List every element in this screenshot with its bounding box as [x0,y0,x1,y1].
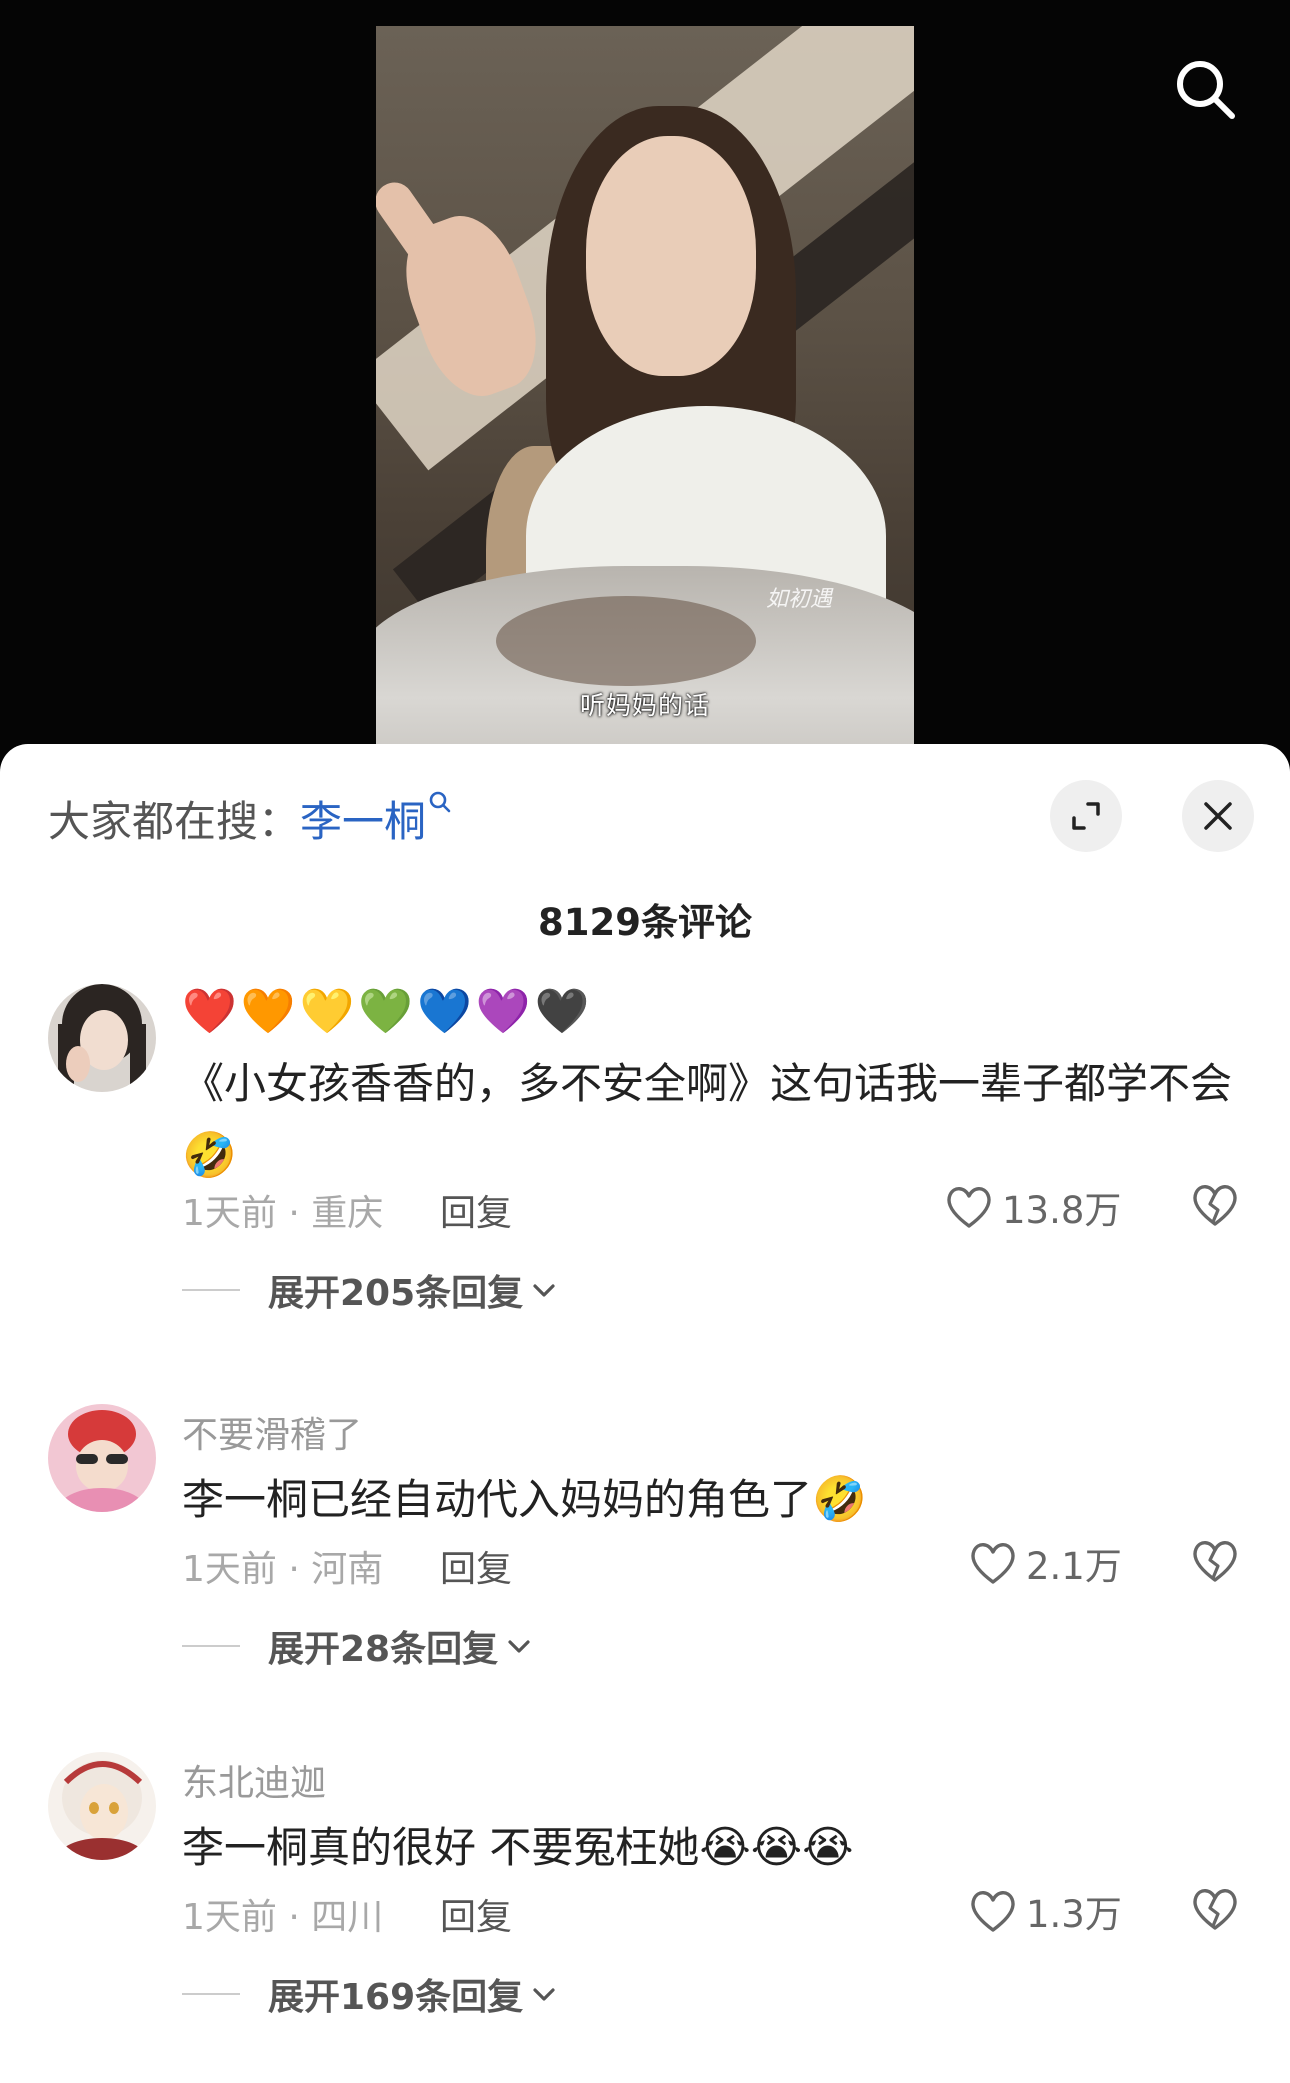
broken-heart-icon [1193,1889,1237,1930]
broken-heart-icon [1193,1185,1237,1226]
heart-emojis: ❤️🧡💛💚💙💜🖤 [182,986,594,1037]
video-player[interactable]: 如初遇 听妈妈的话 [0,0,1290,760]
comment-author[interactable]: 不要滑稽了 [182,1406,362,1458]
dislike-button[interactable] [1190,1886,1240,1936]
comment-body: 《小女孩香香的，多不安全啊》这句话我一辈子都学不会 [182,1059,1233,1108]
avatar[interactable] [48,1752,156,1860]
trending-search[interactable]: 大家都在搜：李一桐 [48,788,452,849]
laughing-emoji: 🤣 [182,1130,237,1181]
face-shape [586,136,756,376]
expand-replies-label: 展开28条回复 [268,1629,499,1670]
avatar[interactable] [48,984,156,1092]
comment-text: ❤️🧡💛💚💙💜🖤 《小女孩香香的，多不安全啊》这句话我一辈子都学不会 🤣 [182,976,1242,1192]
laughing-emoji: 🤣 [812,1474,867,1525]
like-count: 1.3万 [1026,1893,1122,1936]
search-small-icon [429,791,451,813]
like-button[interactable]: 1.3万 [968,1884,1122,1938]
video-caption: 听妈妈的话 [579,691,710,720]
expand-replies-label: 展开169条回复 [268,1977,524,2018]
comment-text: 李一桐已经自动代入妈妈的角色了🤣 [182,1464,1242,1536]
heart-outline-icon [947,1187,991,1228]
chevron-down-icon [508,1640,530,1653]
chevron-down-icon [533,1284,555,1297]
comment-body: 李一桐真的很好 不要冤枉她 [182,1823,700,1872]
search-icon [1177,61,1235,119]
expand-replies-label: 展开205条回复 [268,1273,524,1314]
divider-dash [182,1645,240,1647]
reply-button[interactable]: 回复 [440,1184,512,1236]
chevron-down-icon [533,1988,555,2001]
like-count: 13.8万 [1002,1189,1122,1232]
expand-replies-button[interactable]: 展开169条回复 [182,1968,557,2020]
expand-replies-button[interactable]: 展开205条回复 [182,1264,557,1316]
dislike-button[interactable] [1190,1182,1240,1232]
comment-body: 李一桐已经自动代入妈妈的角色了 [182,1475,813,1524]
search-button[interactable] [1172,56,1238,122]
video-signature: 如初遇 [766,587,833,612]
expand-button[interactable] [1050,780,1122,852]
close-icon [1204,802,1232,830]
avatar[interactable] [48,1404,156,1512]
comment-count: 8129条评论 [538,901,752,944]
expand-replies-button[interactable]: 展开28条回复 [182,1620,532,1672]
comment-meta: 1天前 · 四川 [182,1897,384,1938]
trending-search-keyword[interactable]: 李一桐 [300,797,426,846]
reply-button[interactable]: 回复 [440,1888,512,1940]
comment-text: 李一桐真的很好 不要冤枉她😭😭😭 [182,1812,1242,1884]
comment-author[interactable]: 东北迪迦 [182,1754,326,1806]
expand-icon [1072,802,1100,830]
like-count: 2.1万 [1026,1545,1122,1588]
crying-emoji: 😭😭😭 [699,1822,854,1873]
broken-heart-icon [1193,1541,1237,1582]
heart-outline-icon [971,1543,1015,1584]
divider-dash [182,1993,240,1995]
like-button[interactable]: 13.8万 [944,1180,1121,1234]
reflection-shape [496,596,756,686]
comment-meta: 1天前 · 河南 [182,1549,384,1590]
comment-sheet: 大家都在搜：李一桐 8129条评论 ❤️🧡💛💚💙💜🖤 《小女孩香香的，多不安全啊… [0,744,1290,2083]
divider-dash [182,1289,240,1291]
trending-search-prefix: 大家都在搜： [48,797,301,846]
comment-meta: 1天前 · 重庆 [182,1193,384,1234]
heart-outline-icon [971,1891,1015,1932]
dislike-button[interactable] [1190,1538,1240,1588]
close-button[interactable] [1182,780,1254,852]
like-button[interactable]: 2.1万 [968,1536,1122,1590]
reply-button[interactable]: 回复 [440,1540,512,1592]
video-frame[interactable]: 如初遇 听妈妈的话 [376,26,914,744]
